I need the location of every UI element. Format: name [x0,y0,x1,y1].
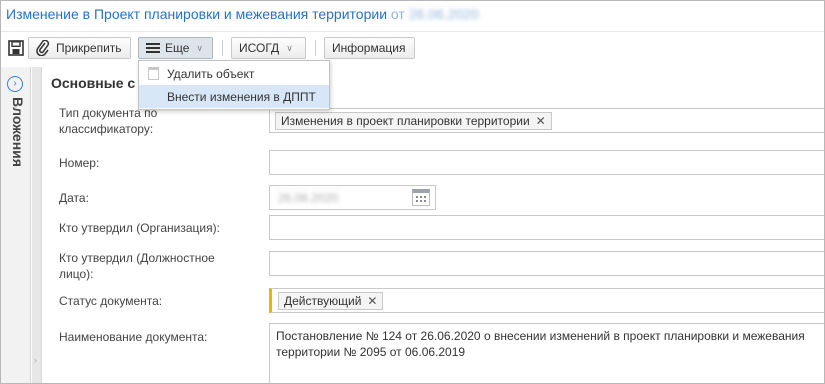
save-icon[interactable] [8,40,24,56]
toolbar: Прикрепить Еще ∨ ИСОГД ∨ Информация [1,31,824,63]
approved-org-label: Кто утвердил (Организация): [59,221,220,235]
document-window: Изменение в Проект планировки и межевани… [0,0,825,384]
expand-panel-icon[interactable]: › [7,76,23,92]
toolbar-divider [315,40,316,56]
isogd-button-label: ИСОГД [239,41,280,55]
chevron-down-icon: ∨ [196,42,204,53]
status-label: Статус документа: [59,294,163,308]
number-field[interactable] [269,150,824,175]
isogd-button[interactable]: ИСОГД ∨ [231,37,306,59]
date-label: Дата: [59,191,89,205]
window-title: Изменение в Проект планировки и межевани… [1,1,824,31]
attach-button-label: Прикрепить [56,41,122,55]
info-button[interactable]: Информация [324,37,415,59]
menu-item-amend-dppt[interactable]: Внести изменения в ДППТ [139,85,329,108]
remove-tag-icon[interactable]: ✕ [367,294,377,308]
panel-splitter[interactable]: › [32,67,42,383]
attachments-panel-label: Вложения [10,97,26,167]
window-title-text: Изменение в Проект планировки и межевани… [6,6,388,22]
info-button-label: Информация [332,41,406,55]
approved-position-field[interactable] [269,251,824,276]
attach-button[interactable]: Прикрепить [28,37,131,59]
splitter-arrow-icon: › [34,355,37,365]
more-menu: Удалить объект Внести изменения в ДППТ [138,60,330,110]
menu-icon [146,42,160,54]
doc-type-field[interactable]: Изменения в проект планировки территории… [269,108,824,133]
doc-type-tag: Изменения в проект планировки территории… [275,112,552,130]
doc-type-tag-text: Изменения в проект планировки территории [281,114,530,128]
paperclip-icon [36,40,50,56]
window-title-date-prefix: от [390,6,405,22]
menu-item-amend-label: Внести изменения в ДППТ [167,89,316,104]
date-value: 26.06.2020 [278,191,339,205]
form-content: Основные с Тип документа по классификато… [42,63,824,383]
toolbar-divider [222,40,223,56]
date-field[interactable]: 26.06.2020 [269,185,436,210]
remove-tag-icon[interactable]: ✕ [536,114,546,128]
status-tag: Действующий ✕ [278,292,384,310]
calendar-icon[interactable] [412,189,430,206]
attachments-panel[interactable]: › Вложения [1,67,31,383]
more-button-label: Еще [165,41,190,55]
window-title-date: 26.06.2020 [408,6,479,22]
menu-item-delete[interactable]: Удалить объект [139,62,329,85]
doc-name-label: Наименование документа: [59,330,208,344]
trash-icon [148,67,159,80]
chevron-down-icon: ∨ [286,42,293,53]
status-field[interactable]: Действующий ✕ [269,288,824,313]
number-label: Номер: [59,156,100,170]
doc-name-textarea[interactable]: Постановление № 124 от 26.06.2020 о внес… [269,323,824,383]
approved-org-field[interactable] [269,215,824,240]
more-button[interactable]: Еще ∨ [138,37,213,59]
section-title: Основные с [51,75,136,91]
menu-item-delete-label: Удалить объект [167,66,255,81]
status-tag-text: Действующий [284,294,362,308]
approved-position-label: Кто утвердил (Должностное лицо): [59,251,215,281]
